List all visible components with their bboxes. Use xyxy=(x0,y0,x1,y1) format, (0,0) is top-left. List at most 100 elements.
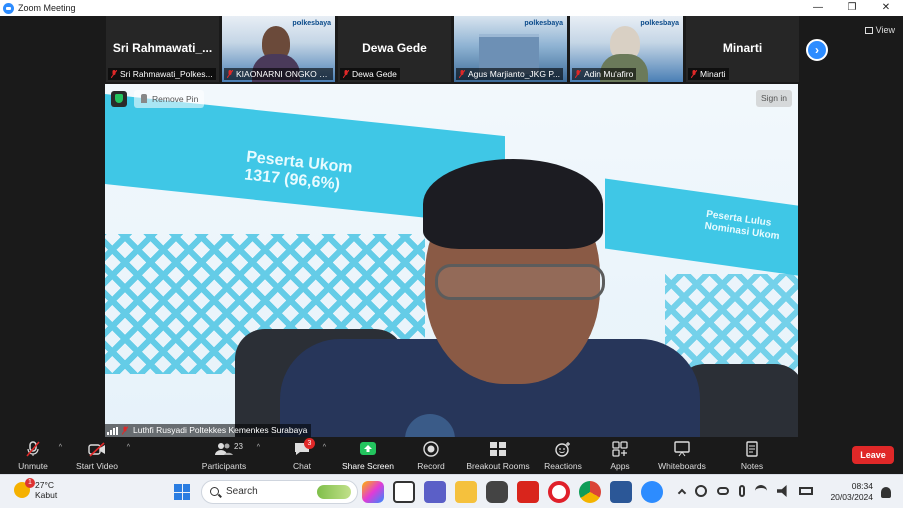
chat-button[interactable]: 3 Chat ^ xyxy=(288,437,326,474)
weather-badge: 1 xyxy=(25,478,35,488)
brand-watermark: p𝗼lkesbaya xyxy=(292,20,331,27)
apps-button[interactable]: Apps xyxy=(608,437,632,474)
shield-icon[interactable] xyxy=(111,91,127,107)
participant-tile[interactable]: p𝗼lkesbaya KIAONARNI ONGKO W... xyxy=(222,16,335,82)
participant-tile[interactable]: p𝗼lkesbaya Agus Marjianto_JKG P... xyxy=(454,16,567,82)
pinned-video: Peserta Ukom 1317 (96,6%) Peserta Lulus … xyxy=(105,84,798,437)
reactions-icon xyxy=(555,442,570,457)
windows-taskbar: 1 27°C Kabut Search 08:34 20/03/2024 xyxy=(0,474,903,508)
brand-watermark: p𝗼lkesbaya xyxy=(640,20,679,27)
participant-label: Sri Rahmawati_Polkes... xyxy=(108,68,216,80)
acrobat-icon[interactable] xyxy=(517,481,539,503)
title-bar: Zoom Meeting — ❐ ✕ xyxy=(0,0,903,16)
muted-mic-icon xyxy=(575,70,581,78)
signal-icon xyxy=(107,427,119,435)
reactions-button[interactable]: Reactions xyxy=(544,437,582,474)
cloud-icon[interactable] xyxy=(717,487,729,495)
remove-pin-button[interactable]: Remove Pin xyxy=(134,90,205,108)
participant-big-name: Sri Rahmawati_... xyxy=(112,41,213,55)
whiteboard-icon xyxy=(674,441,690,457)
copilot-icon[interactable] xyxy=(362,481,384,503)
zoom-app-icon[interactable] xyxy=(641,481,663,503)
participant-tile[interactable]: p𝗼lkesbaya Adin Mu'afiro xyxy=(570,16,683,82)
breakout-rooms-icon xyxy=(490,442,506,456)
sign-in-button[interactable]: Sign in xyxy=(756,90,792,107)
muted-mic-icon xyxy=(122,426,128,435)
participants-options-caret[interactable]: ^ xyxy=(257,444,260,451)
grid-icon xyxy=(864,26,873,34)
sync-icon[interactable] xyxy=(695,485,707,497)
camera-icon[interactable] xyxy=(486,481,508,503)
apps-icon xyxy=(612,441,628,457)
video-options-caret[interactable]: ^ xyxy=(127,444,130,451)
share-screen-button[interactable]: Share Screen xyxy=(340,437,396,474)
opera-icon[interactable] xyxy=(548,481,570,503)
taskbar-clock[interactable]: 08:34 20/03/2024 xyxy=(830,481,873,503)
volume-icon[interactable] xyxy=(777,485,787,497)
pin-icon xyxy=(141,94,147,103)
muted-mic-icon xyxy=(111,70,117,78)
muted-mic-icon xyxy=(691,70,697,78)
leave-button[interactable]: Leave xyxy=(852,446,894,464)
teams-icon[interactable] xyxy=(424,481,446,503)
windows-start-icon[interactable] xyxy=(174,484,190,500)
notes-icon xyxy=(746,441,758,457)
chat-options-caret[interactable]: ^ xyxy=(323,444,326,451)
notification-bell-icon[interactable] xyxy=(881,487,891,498)
chat-icon: 3 xyxy=(293,438,315,457)
participants-icon: 23 xyxy=(215,441,243,457)
speaker-label: Luthfi Rusyadi Poltekkes Kemenkes Suraba… xyxy=(105,424,312,437)
participant-tile[interactable]: Minarti Minarti xyxy=(686,16,799,82)
battery-icon[interactable] xyxy=(799,487,813,495)
next-page-button[interactable]: › xyxy=(806,39,828,61)
zoom-logo-icon xyxy=(3,2,14,14)
start-video-button[interactable]: Start Video ^ xyxy=(74,437,130,474)
meeting-toolbar: Unmute ^ Start Video ^ 23 Participants ^… xyxy=(0,437,903,474)
participant-label: Minarti xyxy=(688,68,729,80)
restore-button[interactable]: ❐ xyxy=(835,0,869,16)
participant-label: KIAONARNI ONGKO W... xyxy=(224,68,333,80)
clock-time: 08:34 xyxy=(851,481,873,491)
video-off-icon xyxy=(88,442,105,457)
gallery-strip: Sri Rahmawati_... Sri Rahmawati_Polkes..… xyxy=(106,16,806,84)
participant-label: Dewa Gede xyxy=(340,68,400,80)
whiteboards-button[interactable]: Whiteboards xyxy=(656,437,708,474)
brand-watermark: p𝗼lkesbaya xyxy=(524,20,563,27)
participants-button[interactable]: 23 Participants ^ xyxy=(198,437,260,474)
wifi-icon[interactable] xyxy=(755,485,767,497)
unmute-options-caret[interactable]: ^ xyxy=(59,444,62,451)
muted-mic-icon xyxy=(26,441,40,457)
close-button[interactable]: ✕ xyxy=(869,0,903,16)
word-icon[interactable] xyxy=(610,481,632,503)
muted-mic-icon xyxy=(343,70,349,78)
window-title: Zoom Meeting xyxy=(18,3,76,13)
participant-count: 23 xyxy=(234,442,243,451)
share-screen-icon xyxy=(360,442,376,455)
minimize-button[interactable]: — xyxy=(801,0,835,16)
taskbar-search[interactable]: Search xyxy=(201,480,358,504)
meeting-stage: Sri Rahmawati_... Sri Rahmawati_Polkes..… xyxy=(0,16,903,437)
weather-sun-icon: 1 xyxy=(14,478,35,498)
weather-temp: 27°C xyxy=(35,480,54,490)
window-controls: — ❐ ✕ xyxy=(801,0,903,16)
participant-tile[interactable]: Dewa Gede Dewa Gede xyxy=(338,16,451,82)
pinned-apps xyxy=(362,481,663,503)
task-view-icon[interactable] xyxy=(393,481,415,503)
view-button[interactable]: View xyxy=(864,25,895,35)
weather-widget[interactable]: 1 27°C Kabut xyxy=(14,478,57,500)
unmute-button[interactable]: Unmute ^ xyxy=(14,437,62,474)
chrome-icon[interactable] xyxy=(579,481,601,503)
microphone-icon[interactable] xyxy=(739,485,745,497)
chevron-up-icon[interactable] xyxy=(677,488,687,498)
participant-tile[interactable]: Sri Rahmawati_... Sri Rahmawati_Polkes..… xyxy=(106,16,219,82)
participant-label: Adin Mu'afiro xyxy=(572,68,637,80)
breakout-rooms-button[interactable]: Breakout Rooms xyxy=(464,437,532,474)
clock-date: 20/03/2024 xyxy=(830,492,873,502)
file-explorer-icon[interactable] xyxy=(455,481,477,503)
glasses xyxy=(435,264,605,300)
notes-button[interactable]: Notes xyxy=(738,437,766,474)
chat-badge: 3 xyxy=(304,438,315,449)
participant-big-name: Dewa Gede xyxy=(362,41,427,55)
system-tray xyxy=(677,485,813,498)
record-button[interactable]: Record xyxy=(415,437,447,474)
